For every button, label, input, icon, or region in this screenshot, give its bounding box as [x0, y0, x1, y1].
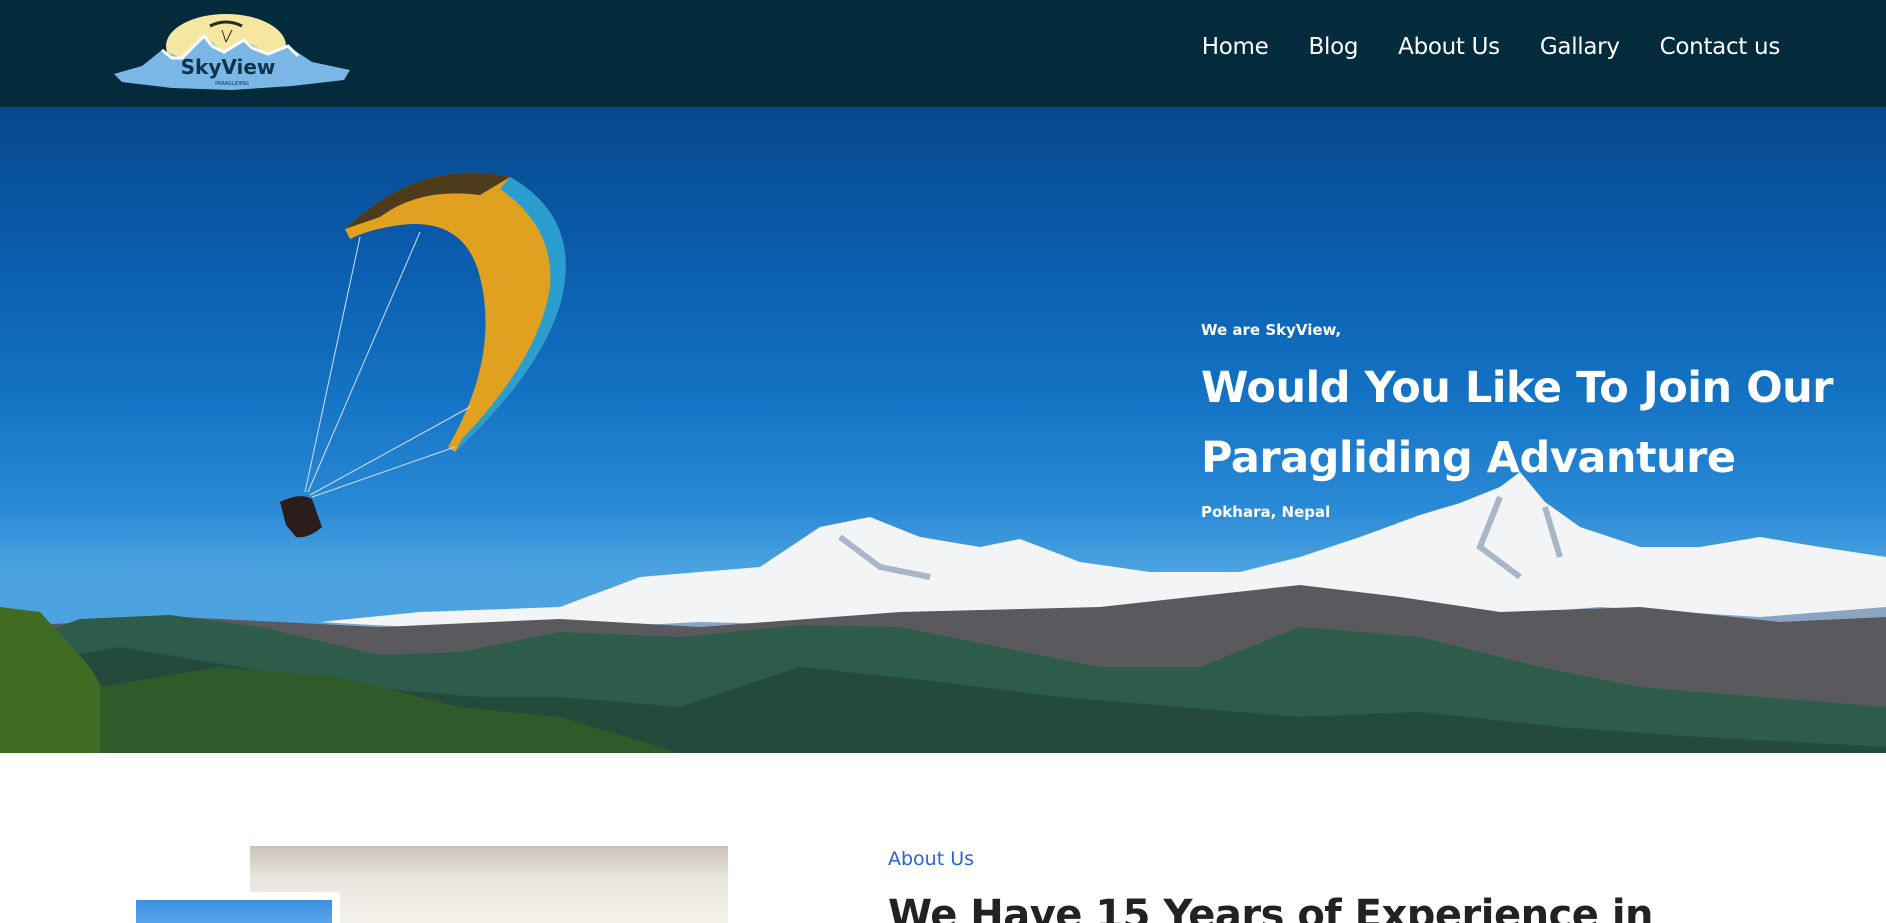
hero-location: Pokhara, Nepal	[1201, 503, 1331, 521]
about-label: About Us	[888, 848, 975, 870]
logo-graphic: SkyView PARAGLIDING	[114, 14, 350, 90]
paraglider-graphic	[280, 172, 566, 538]
nav-home[interactable]: Home	[1202, 34, 1269, 60]
nav-gallary[interactable]: Gallary	[1540, 34, 1620, 60]
about-image-sky	[128, 892, 340, 923]
main-nav: Home Blog About Us Gallary Contact us	[1202, 34, 1781, 60]
hero-title: Would You Like To Join Our Paragliding A…	[1201, 363, 1833, 483]
hero-banner: We are SkyView, Would You Like To Join O…	[0, 107, 1886, 753]
skyview-logo[interactable]: SkyView PARAGLIDING	[112, 12, 352, 92]
hero-text-block: We are SkyView, Would You Like To Join O…	[1201, 321, 1861, 521]
navbar: SkyView PARAGLIDING Home Blog About Us G…	[0, 0, 1886, 107]
about-heading: We Have 15 Years of Experience in	[888, 892, 1654, 923]
hero-kicker: We are SkyView,	[1201, 321, 1342, 339]
logo-subtext: PARAGLIDING	[215, 81, 249, 87]
nav-about-us[interactable]: About Us	[1398, 34, 1500, 60]
nav-contact-us[interactable]: Contact us	[1660, 34, 1781, 60]
logo-text: SkyView	[181, 55, 276, 79]
nav-blog[interactable]: Blog	[1309, 34, 1359, 60]
